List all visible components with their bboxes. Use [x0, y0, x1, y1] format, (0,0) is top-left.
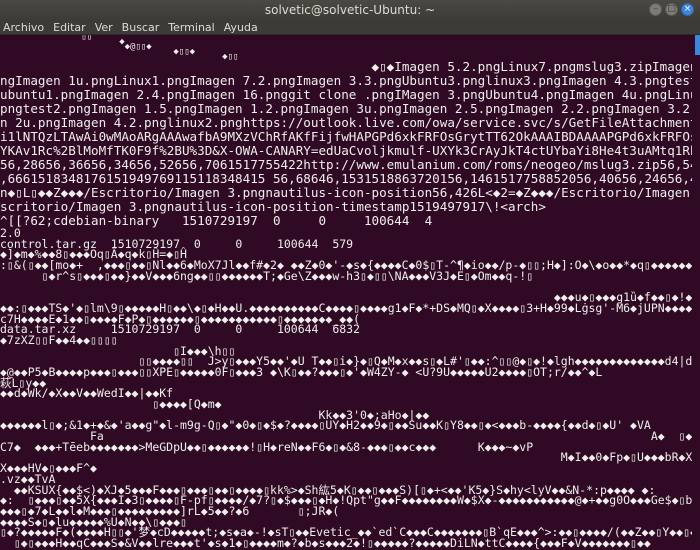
terminal-line: ^[[?62;cdebian-binary 1510729197 0 0 100… — [0, 213, 433, 228]
maximize-button[interactable]: □ — [665, 3, 678, 16]
window-title: solvetic@solvetic-Ubuntu: ~ — [264, 3, 436, 17]
menu-terminal[interactable]: Terminal — [168, 21, 215, 34]
terminal-line: i1lNTQzLTAwAi0wMAoARgAAAwafbA9MXzVChRfAK… — [0, 129, 692, 144]
terminal-output[interactable]: ▯▯ ◆ ◆@▯▯◆ ◆▯▯◆ ◆▯▯ ◆▯◆Imagen 5.2.pngLin… — [0, 35, 692, 549]
terminal-line: ,6661518348176151949769115118348415 56,6… — [0, 171, 692, 186]
menu-ayuda[interactable]: Ayuda — [224, 21, 258, 34]
terminal-line: n 2u.pngImagen 4.2.pnglinux2.pnghttps://… — [0, 115, 692, 130]
scrollbar[interactable] — [695, 35, 700, 55]
terminal-line: 56,28656,36656,34656,52656,7061517755422… — [0, 157, 692, 172]
terminal-line: n◆▯L▯◆◆Z◆◆◆/Escritorio/Imagen 3.pngnauti… — [0, 185, 690, 200]
terminal-line: ◆@◆◆P5◆B◆◆◆◆p◆◆◆▯◆◆◆▯▯XPE▯◆◆◆◆◆0F▯◆◆◆3 ◆… — [0, 364, 603, 379]
terminal-line: ▯◆▯◆◆◆H◆◆qC◆◆◆S◆&V◆◆lre◆◆◆t'◆s◆1◆▯◆◆◆◆m◆… — [0, 535, 651, 549]
close-button[interactable]: × — [681, 3, 694, 16]
menu-editar[interactable]: Editar — [53, 21, 86, 34]
menu-buscar[interactable]: Buscar — [122, 21, 160, 34]
window-controls: – □ × — [649, 3, 694, 16]
terminal-line: scritorio/Imagen 3.pngnautilus-icon-posi… — [0, 199, 546, 214]
minimize-button[interactable]: – — [649, 3, 662, 16]
menu-bar: Archivo Editar Ver Buscar Terminal Ayuda — [0, 20, 700, 35]
terminal-line: ubuntu1.pngImagen 2.4.pngImagen 16.pnggi… — [0, 87, 692, 102]
terminal-line: YKAv1Rc%2BlMoMfTK0F9f%2BU%3D&X-OWA-CANAR… — [0, 143, 692, 158]
terminal-line: ngImagen 1u.pngLinux1.pngImagen 7.2.pngI… — [0, 73, 692, 88]
terminal-line: X◆◆◆HV◆▯◆◆◆F^◆ — [0, 461, 97, 476]
terminal-line: ▯◆r^s▯◆◆◆▯◆◆}◆◆V◆◆◆6ng◆◆▯▯◆◆◆◆◆◆T;◆Ge\Z◆… — [0, 268, 534, 283]
menu-ver[interactable]: Ver — [95, 21, 113, 34]
terminal-line: pngtest2.pngImagen 1.5.pngImagen 1.2.png… — [0, 101, 692, 116]
terminal-line: M◆I◆◆0◆Fp◆▯U◆◆◆bR◆X▯▯g — [0, 450, 692, 465]
title-bar[interactable]: solvetic@solvetic-Ubuntu: ~ – □ × — [0, 0, 700, 20]
menu-archivo[interactable]: Archivo — [3, 21, 44, 34]
terminal-line: ◆▯◆Imagen 5.2.pngLinux7.pngmslug3.zipIma… — [371, 59, 692, 74]
